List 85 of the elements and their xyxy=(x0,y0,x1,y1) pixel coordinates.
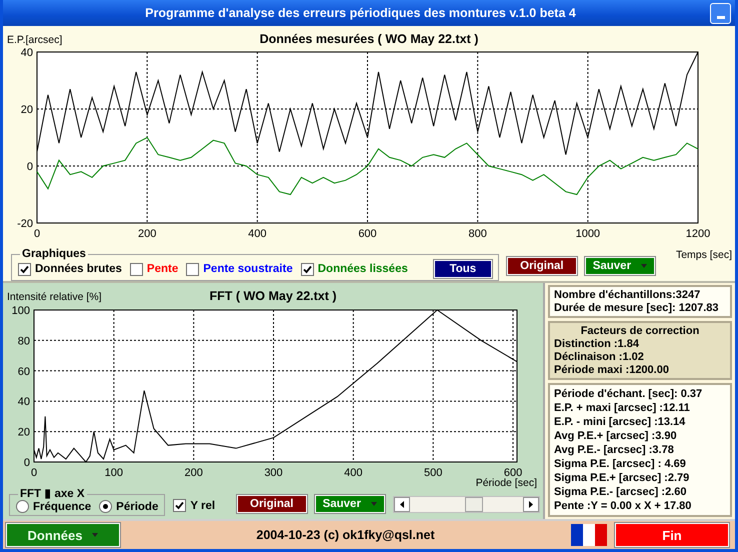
tick-label: 600 xyxy=(358,228,377,240)
tick-label: -20 xyxy=(17,218,33,230)
data-menu-button[interactable]: Données xyxy=(6,523,120,547)
original-button[interactable]: Original xyxy=(236,495,307,513)
left-arrow-icon xyxy=(400,501,404,508)
caret-icon xyxy=(92,533,98,537)
stat-line: Sigma P.E. [arcsec] : 4.69 xyxy=(554,458,687,470)
save-button[interactable]: Sauver xyxy=(314,495,385,513)
radio-label: Période xyxy=(116,500,158,512)
window-title: Programme d'analyse des erreurs périodiques des montures v.1.0 beta 4 xyxy=(144,6,577,20)
tick-label: 0 xyxy=(34,228,40,240)
tick-label: 0 xyxy=(30,467,38,479)
stat-line: Sigma P.E.+ [arcsec] :2.79 xyxy=(554,472,690,484)
checkbox[interactable] xyxy=(186,262,200,276)
tick-label: 200 xyxy=(138,228,156,240)
tick-label: 40 xyxy=(20,46,33,59)
radio-label: Fréquence xyxy=(33,500,92,512)
checkbox[interactable] xyxy=(18,262,31,276)
tick-label: 600 xyxy=(504,467,522,479)
y-axis-label: E.P.[arcsec] xyxy=(7,34,64,46)
caret-icon xyxy=(641,264,648,268)
group-title: Graphiques xyxy=(21,249,87,260)
stat-line: Pente :Y = 0.00 x X + 17.80 xyxy=(554,500,692,512)
scroll-thumb[interactable] xyxy=(465,497,483,512)
tick-label: 80 xyxy=(18,335,30,348)
tick-label: 1200 xyxy=(686,228,710,240)
check-icon xyxy=(302,264,312,274)
flag-icon xyxy=(571,524,607,546)
chart-title: FFT ( WO May 22.txt ) xyxy=(208,289,338,303)
stat-line: Durée de mesure [sec]: 1207.83 xyxy=(554,302,720,314)
stat-line: E.P. - mini [arcsec] :13.14 xyxy=(554,416,686,428)
stat-line: Avg P.E.+ [arcsec] :3.90 xyxy=(554,430,678,442)
tick-label: 0 xyxy=(24,457,30,469)
tick-label: 800 xyxy=(468,228,487,240)
scrollbar[interactable] xyxy=(392,496,540,513)
stat-line: Période maxi :1200.00 xyxy=(554,364,670,376)
checkbox-label: Pente xyxy=(146,263,178,275)
tick-label: 300 xyxy=(264,467,283,479)
tick-label: 200 xyxy=(184,467,203,479)
exit-button[interactable]: Fin xyxy=(615,523,729,547)
tick-label: 1000 xyxy=(576,228,600,240)
group-title: FFT ▮ axe X xyxy=(19,489,86,500)
stat-line: Période d'échant. [sec]: 0.37 xyxy=(554,388,704,400)
checkbox-label: Données brutes xyxy=(35,263,122,275)
minimize-icon xyxy=(716,16,724,18)
tick-label: 500 xyxy=(424,467,442,479)
tick-label: 100 xyxy=(104,467,124,479)
stat-line: Nombre d'échantillons:3247 xyxy=(554,289,702,301)
minimize-button[interactable] xyxy=(710,2,731,24)
scroll-right-button[interactable] xyxy=(523,497,539,512)
tick-label: 400 xyxy=(248,228,267,240)
checkbox[interactable] xyxy=(173,499,186,512)
all-button[interactable]: Tous xyxy=(434,260,492,278)
tick-label: 100 xyxy=(12,305,30,317)
scroll-left-button[interactable] xyxy=(394,497,410,512)
checkbox-label: Données lissées xyxy=(318,263,408,275)
check-icon xyxy=(20,264,29,274)
right-arrow-icon xyxy=(529,501,533,508)
x-axis-label: Temps [sec] xyxy=(676,249,732,261)
tick-label: 40 xyxy=(18,396,30,408)
tick-label: 20 xyxy=(18,426,30,439)
tick-label: 0 xyxy=(26,160,33,173)
panel-title: Facteurs de correction xyxy=(580,325,700,337)
stat-line: Déclinaison :1.02 xyxy=(554,351,645,363)
stat-line: E.P. + maxi [arcsec] :12.11 xyxy=(554,402,691,414)
checkbox-label: Y rel xyxy=(190,500,216,512)
radio-button[interactable] xyxy=(99,500,112,513)
save-button[interactable]: Sauver xyxy=(584,257,655,275)
stat-line: Avg P.E.- [arcsec] :3.78 xyxy=(554,444,675,456)
y-axis-label: Intensité relative [%] xyxy=(7,291,103,303)
caret-icon xyxy=(370,502,377,506)
tick-label: 20 xyxy=(20,104,33,116)
stat-line: Distinction :1.84 xyxy=(554,338,640,350)
tick-label: 400 xyxy=(344,467,363,479)
original-button[interactable]: Original xyxy=(506,257,577,275)
check-icon xyxy=(175,501,184,510)
radio-button[interactable] xyxy=(16,500,29,513)
chart-title: Données mesurées ( WO May 22.txt ) xyxy=(258,32,480,46)
stat-line: Sigma P.E.- [arcsec] :2.60 xyxy=(554,486,688,498)
checkbox-label: Pente soustraite xyxy=(203,263,293,275)
checkbox[interactable] xyxy=(130,262,143,276)
checkbox[interactable] xyxy=(300,262,314,276)
tick-label: 60 xyxy=(18,366,30,378)
credit-text: 2004-10-23 (c) ok1fky@qsl.net xyxy=(255,528,436,542)
x-axis-label: Période [sec] xyxy=(476,477,537,489)
